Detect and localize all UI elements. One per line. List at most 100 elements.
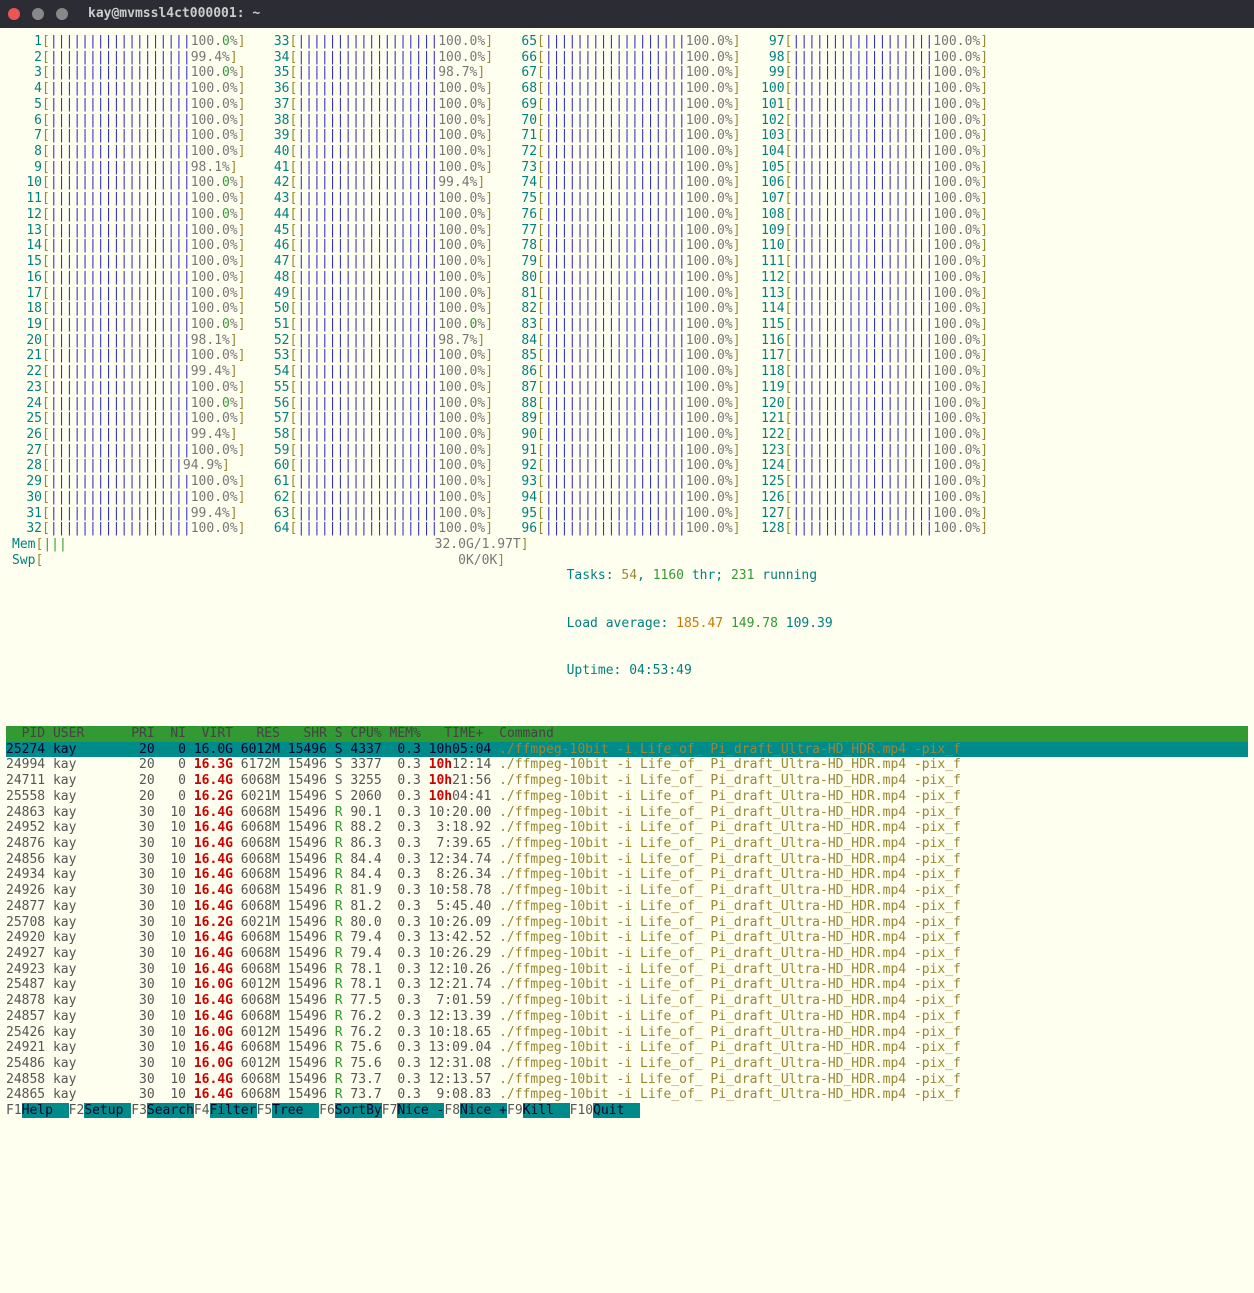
cpu-meter-90: 90 [||||||||||||||||||100.0%] (507, 427, 741, 443)
cpu-meter-82: 82 [||||||||||||||||||100.0%] (507, 301, 741, 317)
cpu-meter-35: 35 [||||||||||||||||||98.7%] (260, 65, 494, 81)
process-header[interactable]: PID USER PRI NI VIRT RES SHR S CPU% MEM%… (6, 726, 1248, 742)
cpu-meter-61: 61 [||||||||||||||||||100.0%] (260, 474, 494, 490)
process-row[interactable]: 24952 kay 30 10 16.4G 6068M 15496 R 88.2… (6, 820, 1248, 836)
cpu-meter-42: 42 [||||||||||||||||||99.4%] (260, 175, 494, 191)
cpu-meter-117: 117 [||||||||||||||||||100.0%] (755, 348, 989, 364)
cpu-meter-31: 31 [||||||||||||||||||99.4%] (12, 506, 246, 522)
cpu-meter-12: 12 [||||||||||||||||||100.0%] (12, 207, 246, 223)
cpu-meter-5: 5 [||||||||||||||||||100.0%] (12, 97, 246, 113)
process-row[interactable]: 24878 kay 30 10 16.4G 6068M 15496 R 77.5… (6, 993, 1248, 1009)
cpu-meter-28: 28 [|||||||||||||||||94.9%] (12, 458, 246, 474)
process-row[interactable]: 24863 kay 30 10 16.4G 6068M 15496 R 90.1… (6, 805, 1248, 821)
process-row[interactable]: 25486 kay 30 10 16.0G 6012M 15496 R 75.6… (6, 1056, 1248, 1072)
process-row[interactable]: 24923 kay 30 10 16.4G 6068M 15496 R 78.1… (6, 962, 1248, 978)
mem-meter: Mem[||| 32.0G/1.97T] (6, 537, 529, 553)
cpu-meter-53: 53 [||||||||||||||||||100.0%] (260, 348, 494, 364)
process-row[interactable]: 24857 kay 30 10 16.4G 6068M 15496 R 76.2… (6, 1009, 1248, 1025)
cpu-meter-59: 59 [||||||||||||||||||100.0%] (260, 443, 494, 459)
cpu-meter-55: 55 [||||||||||||||||||100.0%] (260, 380, 494, 396)
cpu-meter-96: 96 [||||||||||||||||||100.0%] (507, 521, 741, 537)
cpu-meter-66: 66 [||||||||||||||||||100.0%] (507, 50, 741, 66)
process-row[interactable]: 24711 kay 20 0 16.4G 6068M 15496 S 3255 … (6, 773, 1248, 789)
cpu-meter-49: 49 [||||||||||||||||||100.0%] (260, 286, 494, 302)
cpu-meter-2: 2 [||||||||||||||||||99.4%] (12, 50, 246, 66)
cpu-meter-126: 126 [||||||||||||||||||100.0%] (755, 490, 989, 506)
process-row[interactable]: 25274 kay 20 0 16.0G 6012M 15496 S 4337 … (6, 742, 1248, 758)
cpu-meter-37: 37 [||||||||||||||||||100.0%] (260, 97, 494, 113)
minimize-icon[interactable] (32, 8, 44, 20)
process-row[interactable]: 25426 kay 30 10 16.0G 6012M 15496 R 76.2… (6, 1025, 1248, 1041)
process-row[interactable]: 24927 kay 30 10 16.4G 6068M 15496 R 79.4… (6, 946, 1248, 962)
cpu-meter-115: 115 [||||||||||||||||||100.0%] (755, 317, 989, 333)
cpu-meter-72: 72 [||||||||||||||||||100.0%] (507, 144, 741, 160)
cpu-meter-58: 58 [||||||||||||||||||100.0%] (260, 427, 494, 443)
cpu-meter-48: 48 [||||||||||||||||||100.0%] (260, 270, 494, 286)
cpu-meter-19: 19 [||||||||||||||||||100.0%] (12, 317, 246, 333)
cpu-meter-108: 108 [||||||||||||||||||100.0%] (755, 207, 989, 223)
process-row[interactable]: 25708 kay 30 10 16.2G 6021M 15496 R 80.0… (6, 915, 1248, 931)
cpu-meter-119: 119 [||||||||||||||||||100.0%] (755, 380, 989, 396)
cpu-meter-76: 76 [||||||||||||||||||100.0%] (507, 207, 741, 223)
cpu-meter-98: 98 [||||||||||||||||||100.0%] (755, 50, 989, 66)
process-row[interactable]: 24920 kay 30 10 16.4G 6068M 15496 R 79.4… (6, 930, 1248, 946)
process-row[interactable]: 24926 kay 30 10 16.4G 6068M 15496 R 81.9… (6, 883, 1248, 899)
cpu-meter-45: 45 [||||||||||||||||||100.0%] (260, 223, 494, 239)
process-list[interactable]: 25274 kay 20 0 16.0G 6012M 15496 S 4337 … (6, 742, 1248, 1104)
cpu-meter-118: 118 [||||||||||||||||||100.0%] (755, 364, 989, 380)
process-row[interactable]: 24934 kay 30 10 16.4G 6068M 15496 R 84.4… (6, 867, 1248, 883)
cpu-meter-52: 52 [||||||||||||||||||98.7%] (260, 333, 494, 349)
cpu-meter-46: 46 [||||||||||||||||||100.0%] (260, 238, 494, 254)
process-row[interactable]: 24856 kay 30 10 16.4G 6068M 15496 R 84.4… (6, 852, 1248, 868)
cpu-meter-57: 57 [||||||||||||||||||100.0%] (260, 411, 494, 427)
cpu-meter-114: 114 [||||||||||||||||||100.0%] (755, 301, 989, 317)
process-row[interactable]: 24921 kay 30 10 16.4G 6068M 15496 R 75.6… (6, 1040, 1248, 1056)
cpu-meter-50: 50 [||||||||||||||||||100.0%] (260, 301, 494, 317)
cpu-meter-112: 112 [||||||||||||||||||100.0%] (755, 270, 989, 286)
cpu-meter-4: 4 [||||||||||||||||||100.0%] (12, 81, 246, 97)
cpu-meter-15: 15 [||||||||||||||||||100.0%] (12, 254, 246, 270)
cpu-meter-39: 39 [||||||||||||||||||100.0%] (260, 128, 494, 144)
cpu-meter-67: 67 [||||||||||||||||||100.0%] (507, 65, 741, 81)
uptime-line: Uptime: 04:53:49 (567, 663, 833, 679)
cpu-meter-47: 47 [||||||||||||||||||100.0%] (260, 254, 494, 270)
cpu-meter-34: 34 [||||||||||||||||||100.0%] (260, 50, 494, 66)
cpu-meter-17: 17 [||||||||||||||||||100.0%] (12, 286, 246, 302)
cpu-meter-121: 121 [||||||||||||||||||100.0%] (755, 411, 989, 427)
cpu-meter-87: 87 [||||||||||||||||||100.0%] (507, 380, 741, 396)
process-row[interactable]: 24994 kay 20 0 16.3G 6172M 15496 S 3377 … (6, 757, 1248, 773)
cpu-meter-128: 128 [||||||||||||||||||100.0%] (755, 521, 989, 537)
process-row[interactable]: 25487 kay 30 10 16.0G 6012M 15496 R 78.1… (6, 977, 1248, 993)
maximize-icon[interactable] (56, 8, 68, 20)
cpu-meter-22: 22 [||||||||||||||||||99.4%] (12, 364, 246, 380)
process-row[interactable]: 25558 kay 20 0 16.2G 6021M 15496 S 2060 … (6, 789, 1248, 805)
process-row[interactable]: 24865 kay 30 10 16.4G 6068M 15496 R 73.7… (6, 1087, 1248, 1103)
cpu-meter-21: 21 [||||||||||||||||||100.0%] (12, 348, 246, 364)
close-icon[interactable] (8, 8, 20, 20)
titlebar: kay@mvmssl4ct000001: ~ (0, 0, 1254, 28)
cpu-meter-40: 40 [||||||||||||||||||100.0%] (260, 144, 494, 160)
cpu-meter-111: 111 [||||||||||||||||||100.0%] (755, 254, 989, 270)
cpu-meter-30: 30 [||||||||||||||||||100.0%] (12, 490, 246, 506)
cpu-meter-84: 84 [||||||||||||||||||100.0%] (507, 333, 741, 349)
cpu-meter-14: 14 [||||||||||||||||||100.0%] (12, 238, 246, 254)
cpu-meter-13: 13 [||||||||||||||||||100.0%] (12, 223, 246, 239)
cpu-meter-64: 64 [||||||||||||||||||100.0%] (260, 521, 494, 537)
process-row[interactable]: 24876 kay 30 10 16.4G 6068M 15496 R 86.3… (6, 836, 1248, 852)
cpu-meter-125: 125 [||||||||||||||||||100.0%] (755, 474, 989, 490)
cpu-meter-94: 94 [||||||||||||||||||100.0%] (507, 490, 741, 506)
cpu-meter-9: 9 [||||||||||||||||||98.1%] (12, 160, 246, 176)
cpu-meter-20: 20 [||||||||||||||||||98.1%] (12, 333, 246, 349)
cpu-meter-103: 103 [||||||||||||||||||100.0%] (755, 128, 989, 144)
cpu-meter-65: 65 [||||||||||||||||||100.0%] (507, 34, 741, 50)
cpu-meter-24: 24 [||||||||||||||||||100.0%] (12, 396, 246, 412)
cpu-meter-27: 27 [||||||||||||||||||100.0%] (12, 443, 246, 459)
cpu-meter-95: 95 [||||||||||||||||||100.0%] (507, 506, 741, 522)
process-row[interactable]: 24877 kay 30 10 16.4G 6068M 15496 R 81.2… (6, 899, 1248, 915)
cpu-meter-100: 100 [||||||||||||||||||100.0%] (755, 81, 989, 97)
cpu-meter-7: 7 [||||||||||||||||||100.0%] (12, 128, 246, 144)
function-keys[interactable]: F1Help F2Setup F3SearchF4FilterF5Tree F6… (6, 1103, 1248, 1119)
process-row[interactable]: 24858 kay 30 10 16.4G 6068M 15496 R 73.7… (6, 1072, 1248, 1088)
cpu-meter-109: 109 [||||||||||||||||||100.0%] (755, 223, 989, 239)
cpu-meter-123: 123 [||||||||||||||||||100.0%] (755, 443, 989, 459)
